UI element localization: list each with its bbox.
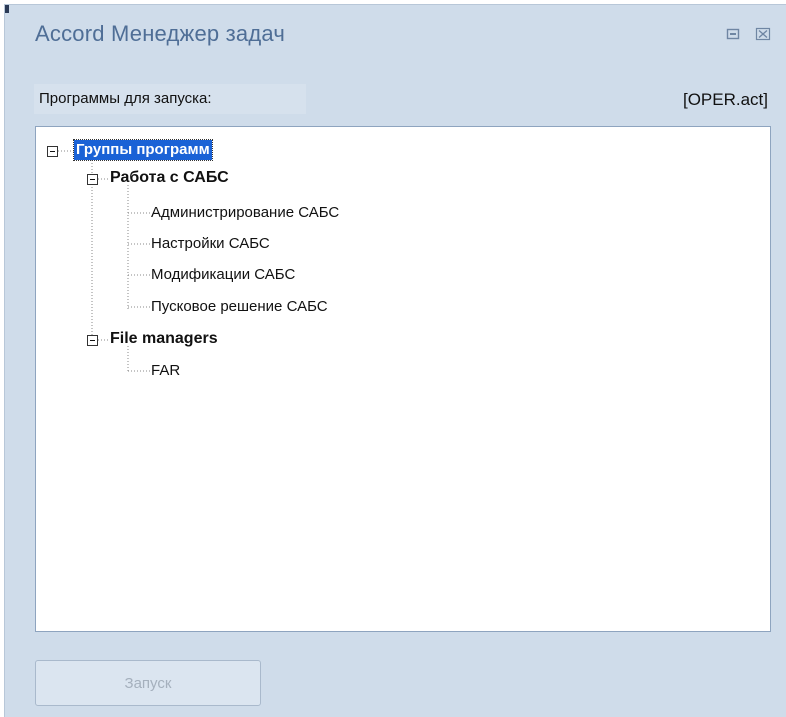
restore-icon[interactable] [725, 27, 741, 41]
tree-root-node[interactable]: Группы программ [73, 139, 213, 161]
config-name-label: [OPER.act] [682, 90, 768, 109]
window-title: Accord Менеджер задач [35, 21, 286, 46]
tree-item[interactable]: Настройки САБС [151, 234, 270, 254]
tree-item[interactable]: Пусковое решение САБС [151, 297, 328, 317]
group-collapse-toggle[interactable] [87, 335, 98, 346]
program-tree[interactable]: Группы программ Работа с САБС Администри… [35, 126, 771, 632]
root-collapse-toggle[interactable] [47, 146, 58, 157]
tree-item[interactable]: Администрирование САБС [151, 203, 339, 223]
tree-group-sabs[interactable]: Работа с САБС [110, 168, 229, 188]
task-manager-window: Accord Менеджер задач Программы для запу… [4, 4, 786, 717]
run-button[interactable]: Запуск [35, 660, 261, 706]
tree-item[interactable]: Модификации САБС [151, 265, 295, 285]
tree-connector-lines [58, 150, 150, 372]
window-corner-mark [5, 5, 9, 13]
close-icon[interactable] [755, 27, 771, 41]
group-collapse-toggle[interactable] [87, 174, 98, 185]
tree-group-file-managers[interactable]: File managers [110, 329, 218, 349]
programs-label: Программы для запуска: [34, 84, 306, 114]
tree-item[interactable]: FAR [151, 361, 180, 381]
